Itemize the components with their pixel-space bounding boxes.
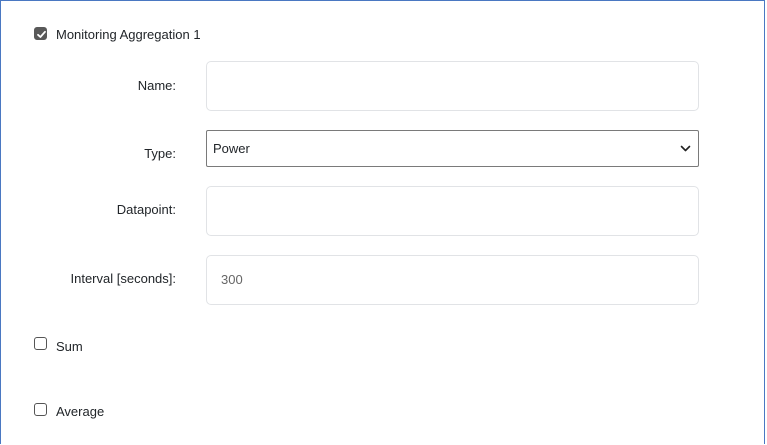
chevron-down-icon xyxy=(680,145,691,152)
aggregation-enabled-checkbox[interactable] xyxy=(34,27,47,40)
interval-input[interactable]: 300 xyxy=(206,255,699,305)
average-checkbox[interactable] xyxy=(34,403,47,416)
type-select[interactable]: Power xyxy=(206,130,699,167)
datapoint-label: Datapoint: xyxy=(116,202,176,217)
name-label: Name: xyxy=(137,78,176,93)
average-label: Average xyxy=(56,404,105,419)
sum-label: Sum xyxy=(56,339,83,354)
sum-checkbox[interactable] xyxy=(34,337,47,350)
type-select-value: Power xyxy=(213,141,250,156)
name-input[interactable] xyxy=(206,61,699,111)
aggregation-enabled-label: Monitoring Aggregation 1 xyxy=(56,27,201,42)
type-label: Type: xyxy=(144,146,176,161)
datapoint-input[interactable] xyxy=(206,186,699,236)
aggregation-panel: Monitoring Aggregation 1 Name: Type: Pow… xyxy=(0,0,765,444)
checkbox-checked-icon xyxy=(37,30,46,38)
interval-label: Interval [seconds]: xyxy=(70,271,177,286)
